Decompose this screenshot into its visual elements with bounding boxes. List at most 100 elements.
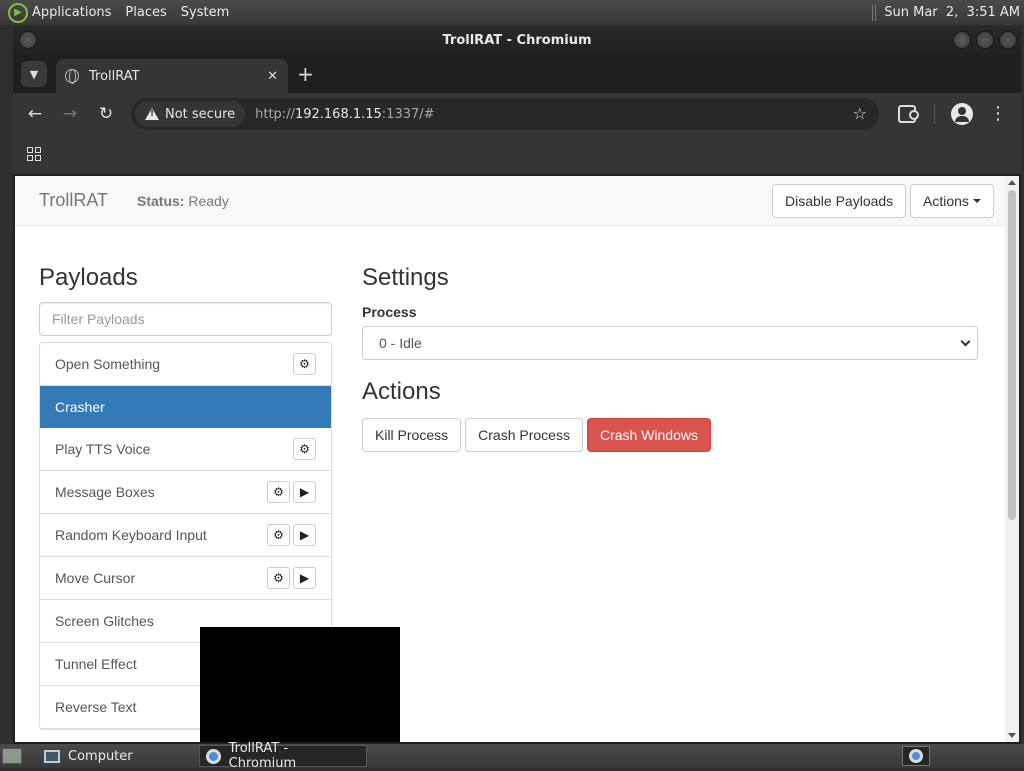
tray-chromium-icon[interactable] bbox=[902, 746, 930, 766]
payload-buttons: ⚙ ▶ bbox=[267, 524, 316, 546]
menu-places[interactable]: Places bbox=[125, 5, 166, 20]
new-tab-button[interactable]: + bbox=[297, 64, 314, 84]
actions-heading: Actions bbox=[362, 378, 441, 405]
payload-item[interactable]: Crasher bbox=[40, 386, 331, 428]
gear-icon[interactable]: ⚙ bbox=[293, 438, 316, 460]
show-desktop-icon[interactable] bbox=[2, 748, 22, 764]
back-arrow-icon[interactable]: ← bbox=[23, 102, 47, 126]
task-computer-label: Computer bbox=[68, 748, 133, 764]
forward-arrow-icon[interactable]: → bbox=[58, 102, 82, 126]
payload-item[interactable]: Move Cursor ⚙ ▶ bbox=[40, 557, 331, 600]
clock[interactable]: Sun Mar 2, 3:51 AM bbox=[884, 5, 1020, 20]
payload-buttons: ⚙ ▶ bbox=[267, 567, 316, 589]
tab-trollrat[interactable]: TrollRAT ✕ bbox=[56, 59, 288, 93]
payload-name: Tunnel Effect bbox=[55, 656, 137, 672]
page-scrollbar[interactable] bbox=[1005, 176, 1019, 742]
play-icon[interactable]: ▶ bbox=[293, 567, 316, 589]
caret-down-icon bbox=[972, 199, 981, 203]
url-text[interactable]: http://192.168.1.15:1337/# bbox=[255, 107, 434, 122]
kebab-menu-icon[interactable]: ⋮ bbox=[989, 105, 1007, 123]
browser-toolbar: ← → ↻ Not secure http://192.168.1.15:133… bbox=[13, 93, 1021, 135]
kill-process-button[interactable]: Kill Process bbox=[362, 418, 462, 452]
task-computer[interactable]: Computer bbox=[38, 745, 139, 767]
app-navbar: TrollRAT Status: Ready Disable Payloads … bbox=[15, 176, 1005, 226]
actions-dropdown-button[interactable]: Actions bbox=[910, 184, 994, 218]
payload-item[interactable]: Open Something ⚙ bbox=[40, 343, 331, 386]
actions-label: Actions bbox=[923, 193, 969, 209]
process-label: Process bbox=[362, 304, 417, 320]
payload-name: Crasher bbox=[55, 398, 105, 415]
status-text: Status: Ready bbox=[137, 193, 229, 209]
filter-payloads-input[interactable] bbox=[39, 302, 332, 336]
status-value: Ready bbox=[188, 193, 229, 209]
url-scheme: http:// bbox=[255, 106, 295, 122]
payload-buttons: ⚙ bbox=[293, 438, 316, 460]
payload-buttons: ⚙ ▶ bbox=[267, 481, 316, 503]
url-host: 192.168.1.15 bbox=[294, 106, 382, 122]
gear-icon[interactable]: ⚙ bbox=[293, 353, 316, 375]
toolbar-right: ⋮ bbox=[898, 93, 1021, 135]
payload-item[interactable]: Play TTS Voice ⚙ bbox=[40, 428, 331, 471]
play-icon[interactable]: ▶ bbox=[293, 524, 316, 546]
close-window-button[interactable] bbox=[999, 31, 1017, 49]
tab-title: TrollRAT bbox=[89, 68, 140, 84]
toolbar-divider bbox=[934, 104, 935, 124]
globe-icon bbox=[65, 69, 79, 84]
chevron-down-icon bbox=[960, 336, 971, 347]
gear-icon[interactable]: ⚙ bbox=[267, 524, 290, 546]
crash-process-button[interactable]: Crash Process bbox=[465, 418, 583, 452]
scroll-up-arrow-icon[interactable] bbox=[1008, 180, 1016, 185]
clock-area: Sun Mar 2, 3:51 AM bbox=[872, 4, 1020, 21]
chevron-down-icon: ▼ bbox=[29, 67, 39, 81]
bottom-taskbar: Computer TrollRAT - Chromium bbox=[0, 741, 1024, 771]
settings-column: Settings Process 0 - Idle Actions Kill P… bbox=[362, 226, 978, 452]
scroll-down-arrow-icon[interactable] bbox=[1008, 733, 1016, 738]
browser-window: TrollRAT - Chromium ▼ TrollRAT ✕ + ← → ↻… bbox=[13, 25, 1021, 744]
payload-name: Message Boxes bbox=[55, 484, 155, 500]
crash-windows-button[interactable]: Crash Windows bbox=[586, 418, 711, 452]
security-chip[interactable]: Not secure bbox=[135, 101, 246, 127]
payloads-heading: Payloads bbox=[39, 264, 138, 291]
gear-icon[interactable]: ⚙ bbox=[267, 567, 290, 589]
payload-name: Play TTS Voice bbox=[55, 441, 151, 457]
maximize-button[interactable] bbox=[976, 31, 994, 49]
process-select[interactable]: 0 - Idle bbox=[362, 326, 978, 360]
distro-logo-icon[interactable]: ▶ bbox=[8, 2, 28, 23]
minimize-button[interactable] bbox=[953, 31, 971, 49]
app-brand[interactable]: TrollRAT bbox=[39, 190, 108, 211]
bookmarks-bar bbox=[13, 135, 1021, 174]
warning-icon bbox=[145, 108, 159, 120]
tab-strip: ▼ TrollRAT ✕ + bbox=[13, 55, 1021, 93]
gear-icon[interactable]: ⚙ bbox=[267, 481, 290, 503]
reload-icon[interactable]: ↻ bbox=[94, 102, 118, 126]
play-icon[interactable]: ▶ bbox=[293, 481, 316, 503]
tab-close-icon[interactable]: ✕ bbox=[267, 69, 278, 84]
action-buttons: Kill Process Crash Process Crash Windows bbox=[362, 418, 978, 452]
address-bar[interactable]: Not secure http://192.168.1.15:1337/# ☆ bbox=[131, 98, 879, 130]
status-label: Status: bbox=[137, 193, 185, 209]
task-chromium-label: TrollRAT - Chromium bbox=[228, 741, 297, 771]
payload-item[interactable]: Message Boxes ⚙ ▶ bbox=[40, 471, 331, 514]
disable-payloads-button[interactable]: Disable Payloads bbox=[772, 184, 907, 218]
payload-name: Open Something bbox=[55, 356, 161, 372]
url-rest: :1337/# bbox=[381, 106, 435, 122]
top-panel: ▶ Applications Places System Sun Mar 2, … bbox=[0, 0, 1024, 25]
payload-name: Random Keyboard Input bbox=[55, 527, 207, 543]
payload-buttons: ⚙ bbox=[293, 353, 316, 375]
menu-applications[interactable]: Applications bbox=[32, 5, 111, 20]
tab-search-button[interactable]: ▼ bbox=[21, 61, 47, 87]
bookmark-star-icon[interactable]: ☆ bbox=[853, 104, 867, 123]
task-chromium[interactable]: TrollRAT - Chromium bbox=[198, 741, 367, 771]
security-label: Not secure bbox=[165, 106, 236, 122]
profile-icon[interactable] bbox=[951, 103, 973, 125]
payload-item[interactable]: Random Keyboard Input ⚙ ▶ bbox=[40, 514, 331, 557]
apps-grid-icon[interactable] bbox=[27, 147, 41, 161]
settings-heading: Settings bbox=[362, 264, 449, 291]
page-viewport: TrollRAT Status: Ready Disable Payloads … bbox=[15, 176, 1019, 742]
extensions-icon[interactable] bbox=[898, 105, 919, 123]
window-menu-button[interactable] bbox=[19, 31, 37, 49]
process-selected-value: 0 - Idle bbox=[379, 335, 422, 351]
menu-system[interactable]: System bbox=[181, 5, 229, 20]
window-titlebar[interactable]: TrollRAT - Chromium bbox=[13, 25, 1021, 55]
scrollbar-thumb[interactable] bbox=[1008, 190, 1016, 520]
